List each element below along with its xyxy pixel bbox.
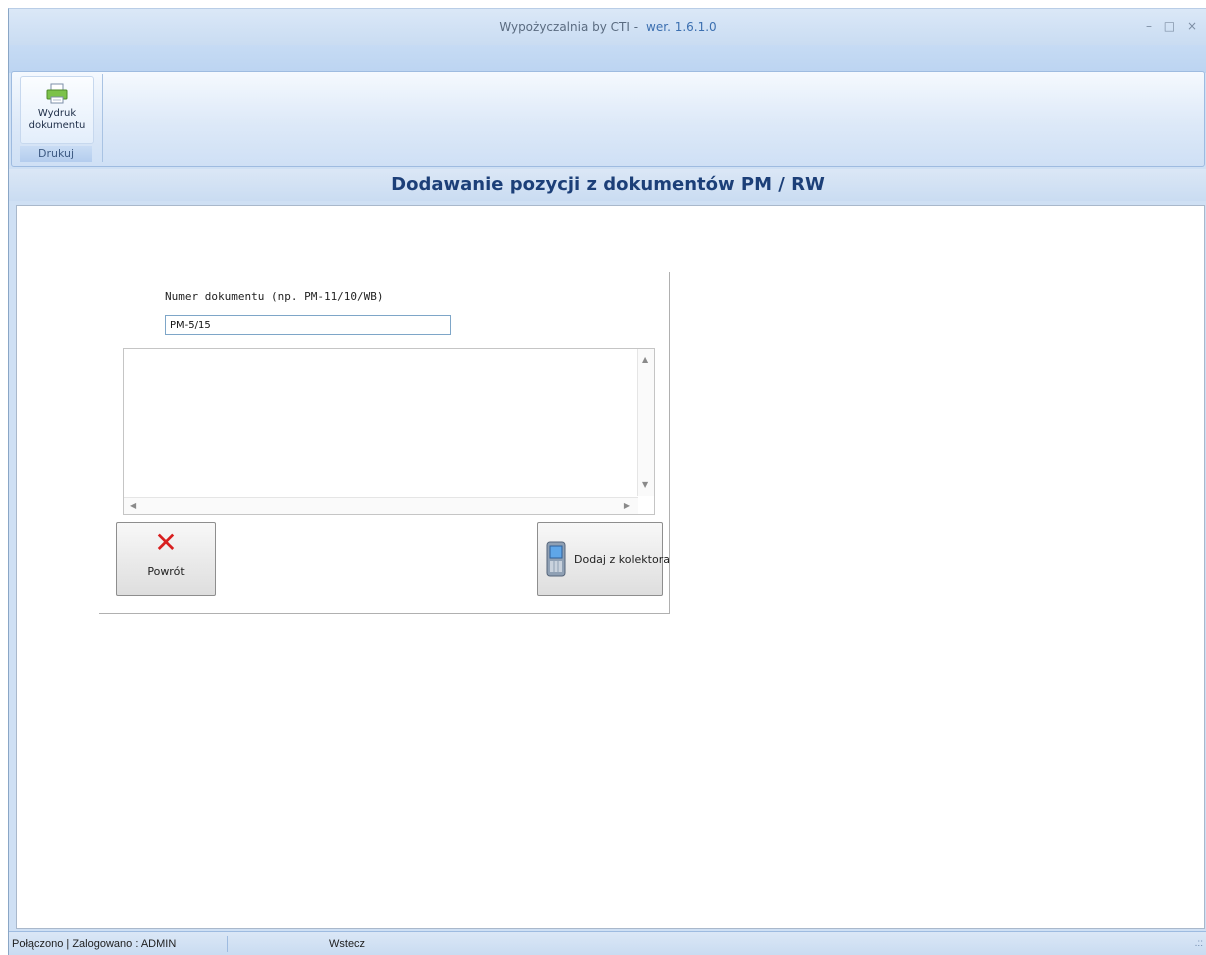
- scroll-right-icon[interactable]: ▶: [624, 501, 630, 511]
- back-button[interactable]: ✕ Powrót: [116, 522, 216, 596]
- printer-icon: [46, 83, 68, 104]
- back-button-label: Powrót: [147, 565, 185, 578]
- ribbon-tab-band: [9, 45, 1206, 73]
- status-divider: [227, 936, 228, 952]
- connection-status: Połączono | Zalogowano : ADMIN: [12, 938, 177, 950]
- print-document-label: Wydruk dokumentu: [28, 108, 86, 131]
- title-bar: Wypożyczalnia by CTI - wer. 1.6.1.0 – □ ×: [9, 9, 1206, 49]
- doc-number-label: Numer dokumentu (np. PM-11/10/WB): [165, 290, 384, 303]
- page-title: Dodawanie pozycji z dokumentów PM / RW: [9, 169, 1206, 201]
- document-panel: Numer dokumentu (np. PM-11/10/WB) ▲ ▼ ◀ …: [99, 272, 670, 614]
- window-title: Wypożyczalnia by CTI - wer. 1.6.1.0: [499, 20, 717, 34]
- print-document-button[interactable]: Wydruk dokumentu: [20, 76, 94, 144]
- ribbon-group-label: Drukuj: [20, 146, 92, 162]
- close-button[interactable]: ×: [1187, 19, 1201, 33]
- window-controls: – □ ×: [1146, 19, 1201, 33]
- add-from-collector-label: Dodaj z kolektora: [574, 553, 670, 566]
- ribbon-group-print: Wydruk dokumentu Drukuj: [14, 74, 103, 162]
- status-back-link[interactable]: Wstecz: [329, 938, 365, 950]
- vertical-scrollbar[interactable]: ▲ ▼: [637, 349, 654, 496]
- items-list[interactable]: ▲ ▼ ◀ ▶: [123, 348, 655, 515]
- ribbon: Wydruk dokumentu Drukuj: [11, 71, 1205, 167]
- horizontal-scrollbar[interactable]: ◀ ▶: [124, 497, 638, 514]
- scroll-down-icon[interactable]: ▼: [642, 480, 648, 490]
- mobile-device-icon: [546, 541, 566, 577]
- status-bar: Połączono | Zalogowano : ADMIN Wstecz .:…: [9, 931, 1206, 955]
- maximize-button[interactable]: □: [1164, 19, 1179, 33]
- main-content: Numer dokumentu (np. PM-11/10/WB) ▲ ▼ ◀ …: [16, 205, 1205, 929]
- scroll-left-icon[interactable]: ◀: [130, 501, 136, 511]
- version-label: wer. 1.6.1.0: [646, 20, 717, 34]
- close-x-icon: ✕: [154, 526, 178, 559]
- resize-grip-icon[interactable]: .::: [1195, 938, 1203, 949]
- minimize-button[interactable]: –: [1146, 19, 1156, 33]
- add-from-collector-button[interactable]: Dodaj z kolektora: [537, 522, 670, 596]
- scroll-up-icon[interactable]: ▲: [642, 355, 648, 365]
- app-window: Wypożyczalnia by CTI - wer. 1.6.1.0 – □ ×…: [8, 8, 1206, 955]
- doc-number-input[interactable]: [165, 315, 451, 335]
